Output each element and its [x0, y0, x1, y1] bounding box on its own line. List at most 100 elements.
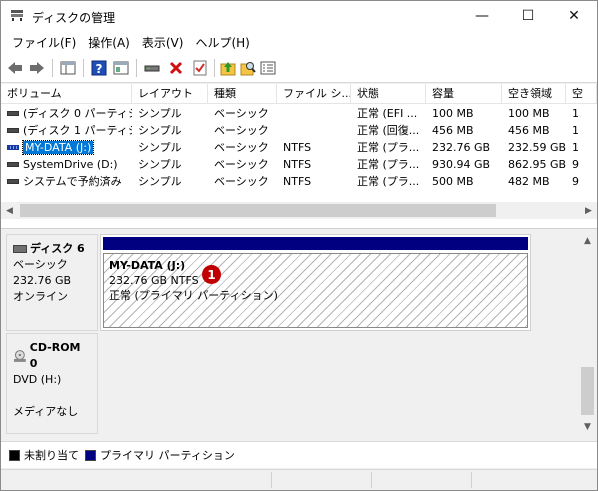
volume-type: ベーシック: [214, 158, 269, 171]
volume-status: 正常 (回復...: [357, 124, 420, 137]
volume-filesystem: NTFS: [283, 141, 312, 154]
search-button[interactable]: [239, 59, 257, 77]
volume-status: 正常 (プラ...: [357, 158, 420, 171]
scroll-right-button[interactable]: ▶: [580, 202, 597, 219]
column-header-filesystem[interactable]: ファイル シ...: [277, 84, 351, 104]
maximize-button[interactable]: ☐: [505, 1, 551, 31]
disk-size: 232.76 GB: [13, 274, 72, 287]
chevron-left-icon: ◀: [6, 205, 13, 216]
title-bar: ディスクの管理 — ☐ ✕: [1, 1, 597, 31]
disk-name: CD-ROM 0: [29, 341, 81, 370]
up-icon: [220, 62, 236, 76]
column-header-volume[interactable]: ボリューム: [1, 84, 132, 104]
scroll-up-button[interactable]: ▲: [579, 232, 596, 249]
list-button[interactable]: [259, 59, 277, 77]
volume-layout: シンプル: [138, 158, 182, 171]
volume-icon: [7, 127, 19, 133]
partition-status: 正常 (プライマリ パーティション): [109, 289, 278, 302]
volume-filesystem: NTFS: [283, 175, 312, 188]
forward-icon: [30, 62, 44, 74]
console-tree-button[interactable]: [59, 59, 77, 77]
menu-view[interactable]: 表示(V): [137, 34, 189, 51]
cdrom-icon: [13, 350, 26, 362]
toolbar-separator: [83, 59, 84, 77]
volume-row-selected[interactable]: MY-DATA (J:) シンプル ベーシック NTFS 正常 (プラ... 2…: [1, 139, 597, 156]
maximize-icon: ☐: [521, 8, 535, 24]
volume-row[interactable]: (ディスク 0 パーティシ... シンプル ベーシック 正常 (EFI ... …: [1, 105, 597, 122]
disk-status: オンライン: [13, 290, 68, 303]
disk-type: DVD (H:): [13, 373, 62, 386]
column-header-type[interactable]: 種類: [208, 84, 277, 104]
menu-bar: ファイル(F) 操作(A) 表示(V) ヘルプ(H): [1, 31, 597, 53]
volume-layout: シンプル: [138, 175, 182, 188]
volume-type: ベーシック: [214, 107, 269, 120]
menu-help[interactable]: ヘルプ(H): [190, 34, 254, 51]
volume-type: ベーシック: [214, 175, 269, 188]
partition-size-fs: 232.76 GB NTFS: [109, 274, 199, 287]
volume-row[interactable]: (ディスク 1 パーティシ... シンプル ベーシック 正常 (回復... 45…: [1, 122, 597, 139]
graphical-disk-pane: ディスク 6 ベーシック 232.76 GB オンライン MY-DATA (J:…: [1, 232, 597, 435]
toolbar: ?: [1, 53, 597, 83]
up-button[interactable]: [219, 59, 237, 77]
column-header-capacity[interactable]: 容量: [426, 84, 502, 104]
delete-icon: [169, 61, 183, 75]
volume-type: ベーシック: [214, 124, 269, 137]
status-cell: [271, 472, 371, 488]
delete-button[interactable]: [167, 59, 185, 77]
search-icon: [240, 62, 256, 76]
vertical-scroll-thumb[interactable]: [581, 367, 594, 415]
console-tree-icon: [60, 61, 76, 75]
volume-layout: シンプル: [138, 124, 182, 137]
column-header-free-space[interactable]: 空き領域: [502, 84, 566, 104]
volume-free-space: 456 MB: [508, 124, 550, 137]
volume-free-percent: 1: [572, 141, 579, 154]
forward-button[interactable]: [28, 59, 46, 77]
close-icon: ✕: [568, 8, 580, 24]
list-icon: [260, 61, 276, 75]
properties-button[interactable]: [191, 59, 209, 77]
volume-free-space: 862.95 GB: [508, 158, 566, 171]
disk-type: ベーシック: [13, 258, 68, 271]
minimize-button[interactable]: —: [459, 1, 505, 31]
partition-my-data[interactable]: MY-DATA (J:) 232.76 GB NTFS 正常 (プライマリ パー…: [100, 234, 531, 331]
show-hide-button[interactable]: [112, 59, 130, 77]
status-bar: [1, 469, 597, 490]
close-button[interactable]: ✕: [551, 1, 597, 31]
column-header-free-percent[interactable]: 空: [566, 84, 597, 104]
disk-management-app-icon: [11, 10, 23, 21]
status-cell: [371, 472, 471, 488]
legend-label-unallocated: 未割り当て: [24, 449, 79, 462]
help-button[interactable]: ?: [90, 59, 108, 77]
scroll-down-button[interactable]: ▼: [579, 418, 596, 435]
svg-text:?: ?: [96, 62, 103, 76]
scroll-left-button[interactable]: ◀: [1, 202, 18, 219]
volume-list-header: ボリューム レイアウト 種類 ファイル シ... 状態 容量 空き領域 空: [1, 84, 597, 104]
volume-status: 正常 (プラ...: [357, 141, 420, 154]
volume-name: (ディスク 1 パーティシ...: [23, 124, 132, 137]
column-header-status[interactable]: 状態: [351, 84, 426, 104]
column-header-layout[interactable]: レイアウト: [132, 84, 208, 104]
disk-status: メディアなし: [13, 405, 79, 418]
menu-file[interactable]: ファイル(F): [7, 34, 81, 51]
volume-capacity: 500 MB: [432, 175, 474, 188]
volume-row[interactable]: SystemDrive (D:) シンプル ベーシック NTFS 正常 (プラ.…: [1, 156, 597, 173]
volume-free-percent: 1: [572, 124, 579, 137]
legend-swatch-unallocated: [9, 449, 20, 461]
connect-drive-button[interactable]: [143, 59, 161, 77]
volume-row[interactable]: システムで予約済み シンプル ベーシック NTFS 正常 (プラ... 500 …: [1, 173, 597, 190]
disk-6-label[interactable]: ディスク 6 ベーシック 232.76 GB オンライン: [6, 234, 98, 331]
volume-filesystem: NTFS: [283, 158, 312, 171]
vertical-scrollbar[interactable]: ▲ ▼: [579, 232, 596, 435]
cdrom-0-label[interactable]: CD-ROM 0 DVD (H:) メディアなし: [6, 333, 98, 434]
show-hide-icon: [113, 61, 129, 75]
horizontal-scrollbar[interactable]: ◀ ▶: [1, 202, 597, 219]
volume-layout: シンプル: [138, 141, 182, 154]
legend-label-primary: プライマリ パーティション: [100, 449, 235, 462]
toolbar-separator: [214, 59, 215, 77]
menu-action[interactable]: 操作(A): [83, 34, 135, 51]
minimize-icon: —: [475, 8, 489, 24]
back-button[interactable]: [6, 59, 24, 77]
volume-name: (ディスク 0 パーティシ...: [23, 107, 132, 120]
volume-icon: [7, 110, 19, 116]
horizontal-scroll-thumb[interactable]: [20, 204, 496, 217]
